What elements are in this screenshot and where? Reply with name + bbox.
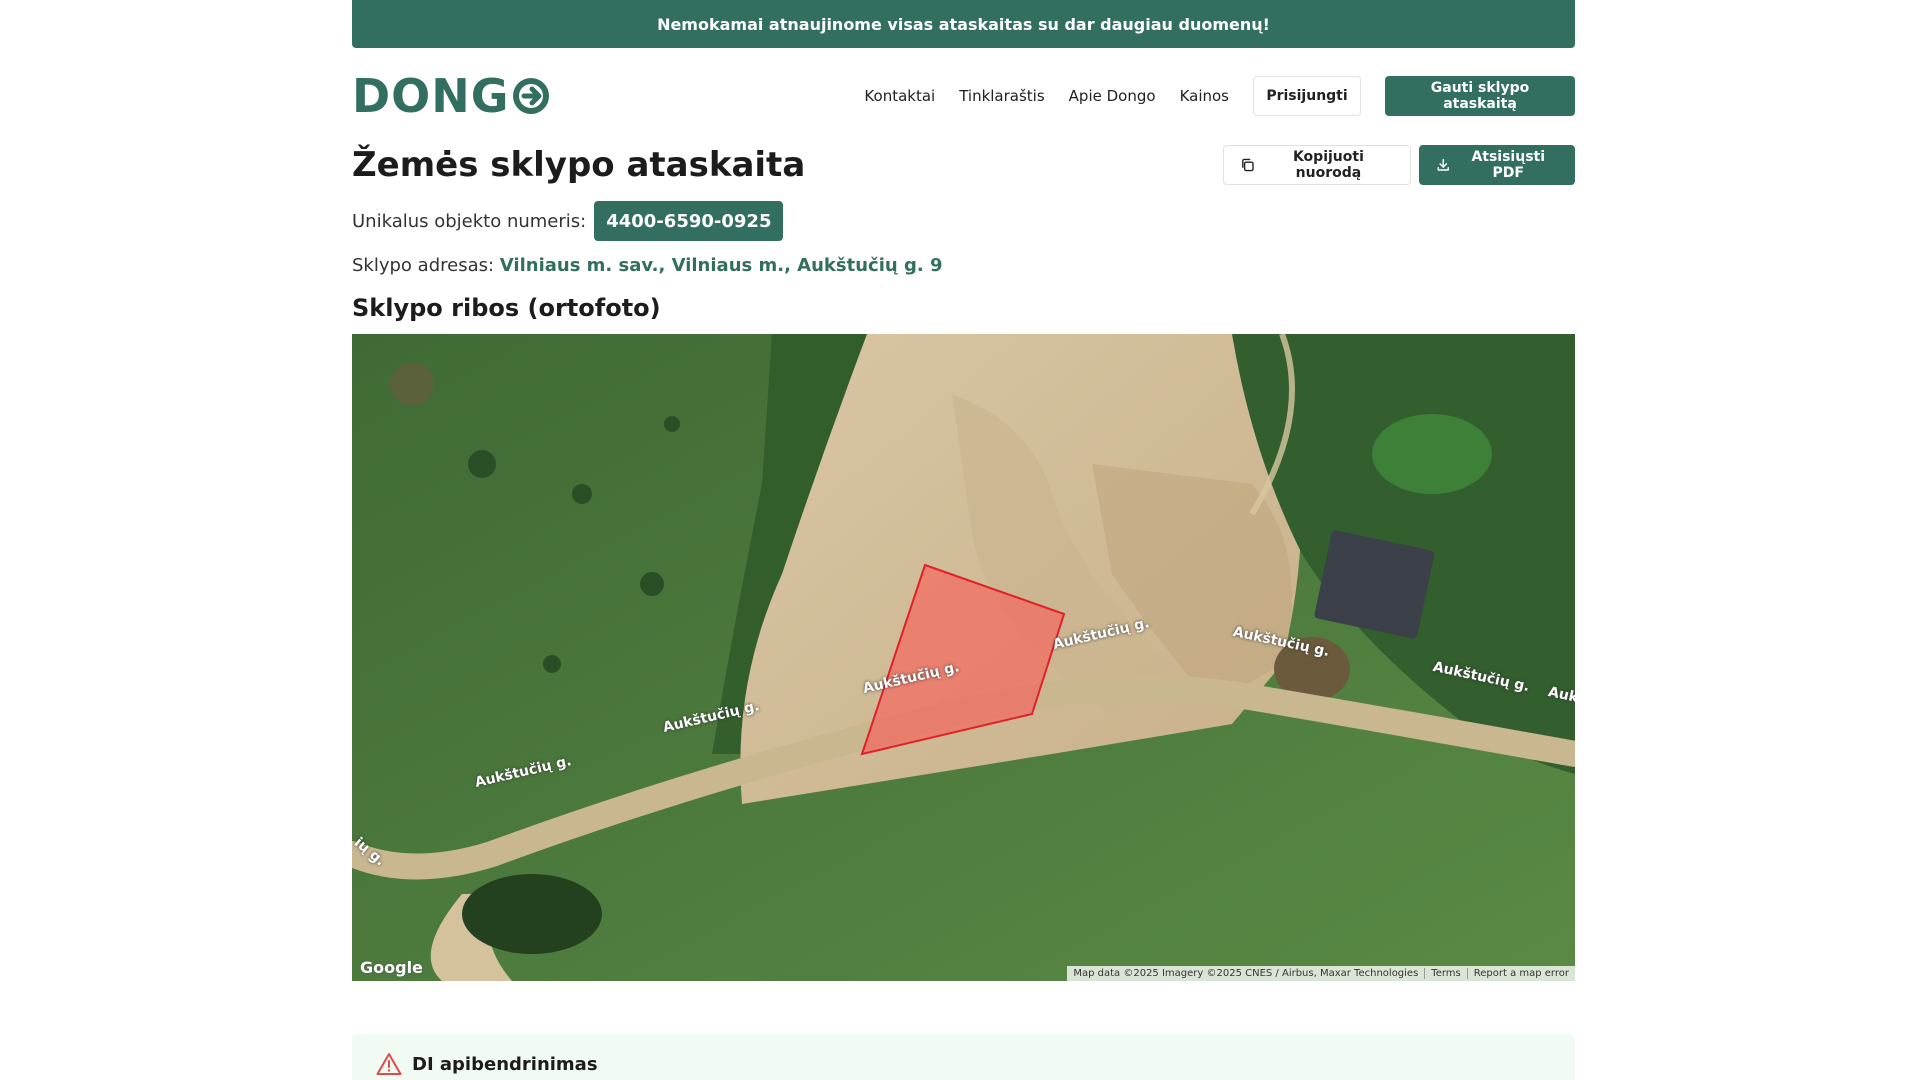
satellite-imagery bbox=[352, 334, 1575, 981]
nav-contacts[interactable]: Kontaktai bbox=[864, 87, 935, 105]
announcement-banner: Nemokamai atnaujinome visas ataskaitas s… bbox=[352, 0, 1575, 48]
logo-text: DONG bbox=[352, 69, 510, 123]
object-number-badge: 4400-6590-0925 bbox=[594, 201, 784, 241]
dongo-logo[interactable]: DONG bbox=[352, 69, 550, 123]
map-terms-link[interactable]: Terms bbox=[1424, 968, 1466, 979]
address-link[interactable]: Vilniaus m. sav., Vilniaus m., Aukštučių… bbox=[500, 255, 943, 276]
copy-link-label: Kopijuoti nuorodą bbox=[1292, 149, 1364, 181]
object-number-row: Unikalus objekto numeris: 4400-6590-0925 bbox=[352, 201, 1575, 241]
download-icon bbox=[1437, 158, 1449, 171]
map-section-title: Sklypo ribos (ortofoto) bbox=[352, 294, 661, 322]
banner-text: Nemokamai atnaujinome visas ataskaitas s… bbox=[657, 14, 1270, 34]
download-pdf-label: Atsisiųsti PDF bbox=[1471, 149, 1546, 181]
main-nav: Kontaktai Tinklaraštis Apie Dongo Kainos… bbox=[840, 76, 1575, 116]
get-report-button[interactable]: Gauti sklypo ataskaitą bbox=[1385, 76, 1575, 116]
nav-pricing[interactable]: Kainos bbox=[1180, 87, 1229, 105]
report-map-error-link[interactable]: Report a map error bbox=[1466, 968, 1575, 979]
ai-summary-box: DI apibendrinimas bbox=[352, 1034, 1575, 1080]
page-title: Žemės sklypo ataskaita bbox=[352, 145, 806, 185]
map-attribution: Map data ©2025 Imagery ©2025 CNES / Airb… bbox=[1073, 968, 1419, 979]
copy-icon bbox=[1242, 158, 1254, 172]
site-header: DONG Kontaktai Tinklaraštis Apie Dongo K… bbox=[352, 64, 1575, 128]
copy-link-button[interactable]: Kopijuoti nuorodą bbox=[1223, 145, 1411, 185]
login-button[interactable]: Prisijungti bbox=[1253, 76, 1361, 116]
address-row: Sklypo adresas: Vilniaus m. sav., Vilnia… bbox=[352, 255, 1575, 276]
google-logo[interactable]: Google bbox=[360, 958, 423, 977]
map-credits: Map data ©2025 Imagery ©2025 CNES / Airb… bbox=[1067, 966, 1575, 981]
object-number-label: Unikalus objekto numeris: bbox=[352, 210, 587, 232]
warning-icon bbox=[376, 1053, 402, 1075]
download-pdf-button[interactable]: Atsisiųsti PDF bbox=[1419, 145, 1575, 185]
orthophoto-map[interactable]: Aukštučių g. Aukštučių g. Aukštučių g. A… bbox=[352, 334, 1575, 981]
report-actions: Kopijuoti nuorodą Atsisiųsti PDF bbox=[1223, 145, 1575, 185]
address-label: Sklypo adresas: bbox=[352, 255, 495, 276]
ai-summary-title: DI apibendrinimas bbox=[412, 1053, 598, 1075]
nav-blog[interactable]: Tinklaraštis bbox=[959, 87, 1044, 105]
report-title-row: Žemės sklypo ataskaita Kopijuoti nuorodą… bbox=[352, 140, 1575, 190]
logo-arrow-icon bbox=[512, 78, 549, 114]
nav-about[interactable]: Apie Dongo bbox=[1069, 87, 1156, 105]
